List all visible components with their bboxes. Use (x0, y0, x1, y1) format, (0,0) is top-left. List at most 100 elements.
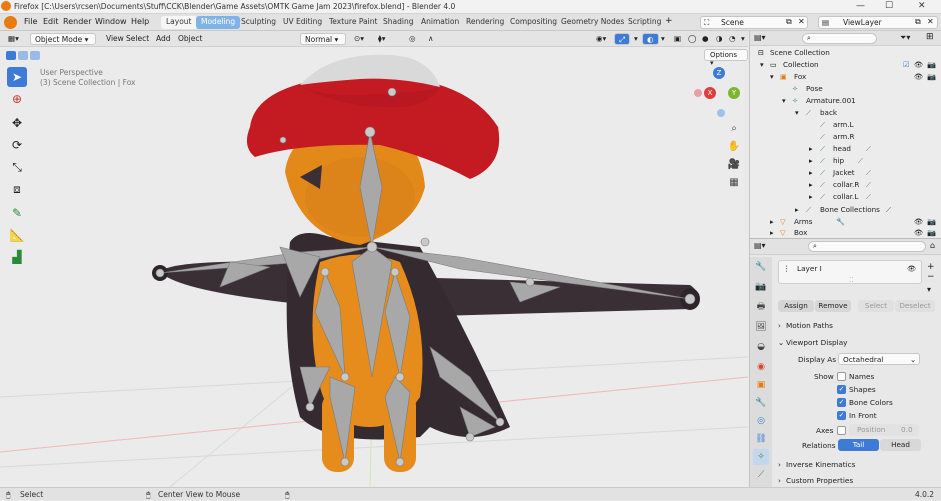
copy-icon[interactable]: ⧉ (786, 17, 792, 27)
object-tab-icon[interactable]: ▣ (753, 377, 769, 393)
outliner-row-collar-l[interactable]: ▸ ⟋ collar.L ⟋ (750, 191, 941, 203)
transform-tool-icon[interactable]: ⧈ (7, 179, 27, 199)
editor-type-icon[interactable]: ▦▾ (4, 33, 23, 45)
move-tool-icon[interactable]: ✥ (7, 113, 27, 133)
outliner-row-collection[interactable]: ▾ ▭ Collection ☑ 👁 📷 (750, 59, 941, 71)
outliner-row-hip[interactable]: ▸ ⟋ hip ⟋ (750, 155, 941, 167)
relations-tail-button[interactable]: Tail (838, 439, 879, 451)
in-front-checkbox[interactable]: ✓ (837, 411, 846, 420)
pan-hand-icon[interactable]: ✋ (726, 139, 742, 155)
bone-tab-icon[interactable]: ⟋ (753, 467, 769, 483)
bone-colors-checkbox[interactable]: ✓ (837, 398, 846, 407)
filter-icon[interactable]: ⏷▾ (900, 33, 910, 43)
checkbox-icon[interactable]: ☑ (903, 60, 909, 69)
menu-help[interactable]: Help (131, 17, 149, 26)
pin-icon[interactable]: ⌂ (930, 241, 935, 250)
menu-window[interactable]: Window (95, 17, 127, 26)
select-button[interactable]: Select (858, 300, 894, 312)
tab-geometry-nodes[interactable]: Geometry Nodes (556, 16, 629, 29)
menu-object[interactable]: Object (174, 33, 206, 45)
scale-tool-icon[interactable]: ⤡ (7, 157, 27, 177)
outliner-row-back[interactable]: ▾ ⟋ back (750, 107, 941, 119)
custom-properties-header[interactable]: Custom Properties (786, 476, 853, 485)
eye-icon[interactable]: 👁 (914, 60, 923, 69)
select-subtract-icon[interactable] (30, 51, 40, 60)
properties-search-input[interactable]: ⌕ (808, 241, 926, 252)
orientation-dropdown[interactable]: Normal ▾ (300, 33, 346, 45)
relations-head-button[interactable]: Head (880, 439, 921, 451)
eye-icon[interactable]: 👁 (914, 217, 923, 226)
outliner-row-jacket[interactable]: ▸ ⟋ Jacket ⟋ (750, 167, 941, 179)
axes-checkbox[interactable] (837, 426, 846, 435)
tab-texture-paint[interactable]: Texture Paint (324, 16, 382, 29)
new-collection-icon[interactable]: ⊞ (926, 32, 934, 42)
visibility-icon[interactable]: ◉▾ (592, 33, 610, 45)
view-layer-selector[interactable]: ▤ ViewLayer ⧉ ✕ (818, 16, 938, 29)
view-layer-tab-icon[interactable]: 🖼 (753, 319, 769, 335)
gizmo-x-axis[interactable]: X (704, 87, 716, 99)
menu-add[interactable]: Add (152, 33, 175, 45)
modifier-tab-icon[interactable]: 🔧 (753, 395, 769, 411)
close-layer-icon[interactable]: ✕ (927, 17, 934, 26)
tab-uv-editing[interactable]: UV Editing (278, 16, 327, 29)
shapes-checkbox[interactable]: ✓ (837, 385, 846, 394)
outliner-row-fox[interactable]: ▾ ▣ Fox 👁 📷 (750, 71, 941, 83)
outliner-row-collar-r[interactable]: ▸ ⟋ collar.R ⟋ (750, 179, 941, 191)
ortho-toggle-icon[interactable]: ▦ (726, 175, 742, 191)
outliner-row-pose[interactable]: ✧ Pose (750, 83, 941, 95)
render-tab-icon[interactable]: 📷 (753, 279, 769, 295)
shading-solid-icon[interactable]: ● (698, 33, 713, 45)
minimize-button[interactable]: — (856, 1, 865, 11)
menu-edit[interactable]: Edit (43, 17, 59, 26)
menu-select[interactable]: Select (122, 33, 153, 45)
world-tab-icon[interactable]: ◉ (753, 359, 769, 375)
output-tab-icon[interactable]: 🖶 (753, 299, 769, 315)
xray-icon[interactable]: ▣ (670, 33, 685, 45)
outliner-row-arm-r[interactable]: ⟋ arm.R (750, 131, 941, 143)
3d-viewport[interactable]: ➤ ⊕ ✥ ⟳ ⤡ ⧈ ✎ 📐 ▟ User Perspective (3) S… (0, 47, 748, 487)
blender-menu-icon[interactable] (4, 16, 17, 29)
close-button[interactable]: ✕ (918, 1, 926, 11)
outliner-row-box[interactable]: ▸ ▽ Box 👁 📷 (750, 227, 941, 237)
tab-animation[interactable]: Animation (416, 16, 464, 29)
gizmo-dropdown-icon[interactable]: ▾ (630, 33, 642, 45)
select-tool-icon[interactable]: ➤ (7, 67, 27, 87)
motion-paths-header[interactable]: Motion Paths (786, 321, 833, 330)
deselect-button[interactable]: Deselect (895, 300, 935, 312)
cursor-tool-icon[interactable]: ⊕ (7, 89, 27, 109)
scene-tab-icon[interactable]: ◒ (753, 339, 769, 355)
outliner-row-armature[interactable]: ▾ ✧ Armature.001 (750, 95, 941, 107)
inverse-kinematics-header[interactable]: Inverse Kinematics (786, 460, 855, 469)
snap-icon[interactable]: ⧫▾ (374, 33, 389, 45)
display-as-dropdown[interactable]: Octahedral ⌄ (838, 353, 920, 365)
copy-layer-icon[interactable]: ⧉ (915, 17, 921, 27)
tool-tab-icon[interactable]: 🔧 (753, 259, 769, 275)
scene-selector[interactable]: ⛶ Scene ⧉ ✕ (700, 16, 808, 29)
select-mode-icon[interactable] (6, 51, 16, 60)
camera-icon[interactable]: 📷 (927, 72, 936, 81)
gizmo-toggle-icon[interactable]: ⤢ (614, 33, 630, 45)
shading-dropdown-icon[interactable]: ▾ (737, 33, 749, 45)
camera-icon[interactable]: 📷 (927, 60, 936, 69)
tab-scripting[interactable]: Scripting (623, 16, 666, 29)
properties-editor-icon[interactable]: ▤▾ (754, 241, 766, 250)
names-checkbox[interactable] (837, 372, 846, 381)
menu-render[interactable]: Render (63, 17, 91, 26)
eye-icon[interactable]: 👁 (914, 72, 923, 81)
outliner-row-arm-l[interactable]: ⟋ arm.L (750, 119, 941, 131)
rotate-tool-icon[interactable]: ⟳ (7, 135, 27, 155)
select-extend-icon[interactable] (18, 51, 28, 60)
pivot-icon[interactable]: ⊙▾ (350, 33, 368, 45)
mode-dropdown[interactable]: Object Mode ▾ (30, 33, 96, 45)
gizmo-neg-x[interactable] (694, 89, 702, 97)
outliner-row-bone-collections[interactable]: ▸ ⟋ Bone Collections ⟋ (750, 204, 941, 216)
tab-rendering[interactable]: Rendering (461, 16, 509, 29)
camera-icon[interactable]: 📷 (927, 217, 936, 226)
viewport-display-header[interactable]: Viewport Display (786, 338, 848, 347)
menu-file[interactable]: File (24, 17, 37, 26)
outliner-row-head[interactable]: ▸ ⟋ head ⟋ (750, 143, 941, 155)
outliner-search-input[interactable]: ⌕ (802, 33, 877, 44)
tab-modeling[interactable]: Modeling (196, 16, 241, 29)
overlay-dropdown-icon[interactable]: ▾ (657, 33, 669, 45)
camera-icon[interactable]: 📷 (927, 228, 936, 237)
